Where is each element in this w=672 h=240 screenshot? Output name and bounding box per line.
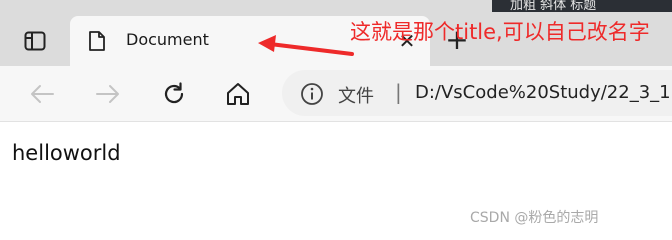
forward-arrow-icon bbox=[96, 85, 119, 103]
browser-toolbar: 文件 | D:/VsCode%20Study/22_3_1 bbox=[0, 66, 672, 122]
tab-actions-button[interactable] bbox=[14, 28, 56, 54]
forward-button[interactable] bbox=[92, 78, 124, 110]
annotation-arrow-icon bbox=[258, 35, 354, 56]
annotation-text: 这就是那个title,可以自己改名字 bbox=[350, 20, 650, 44]
home-button[interactable] bbox=[222, 78, 254, 110]
site-info-label: 文件 bbox=[338, 86, 374, 107]
background-window-strip: 加粗 斜体 标题 bbox=[492, 0, 672, 12]
tab-actions-icon bbox=[24, 31, 46, 51]
address-url[interactable]: D:/VsCode%20Study/22_3_1 bbox=[415, 82, 671, 103]
document-icon bbox=[89, 31, 105, 51]
watermark: CSDN @粉色的志明 bbox=[470, 210, 599, 226]
back-arrow-icon bbox=[31, 85, 54, 103]
address-separator: | bbox=[395, 80, 402, 104]
refresh-button[interactable] bbox=[158, 78, 190, 110]
tab-title: Document bbox=[126, 30, 209, 49]
home-icon bbox=[227, 83, 249, 105]
refresh-icon bbox=[164, 82, 184, 104]
background-window-text: 加粗 斜体 标题 bbox=[510, 0, 597, 12]
info-icon[interactable] bbox=[300, 82, 324, 106]
page-body-text: helloworld bbox=[12, 141, 121, 165]
back-button[interactable] bbox=[26, 78, 58, 110]
address-bar[interactable]: 文件 | D:/VsCode%20Study/22_3_1 bbox=[282, 70, 672, 116]
